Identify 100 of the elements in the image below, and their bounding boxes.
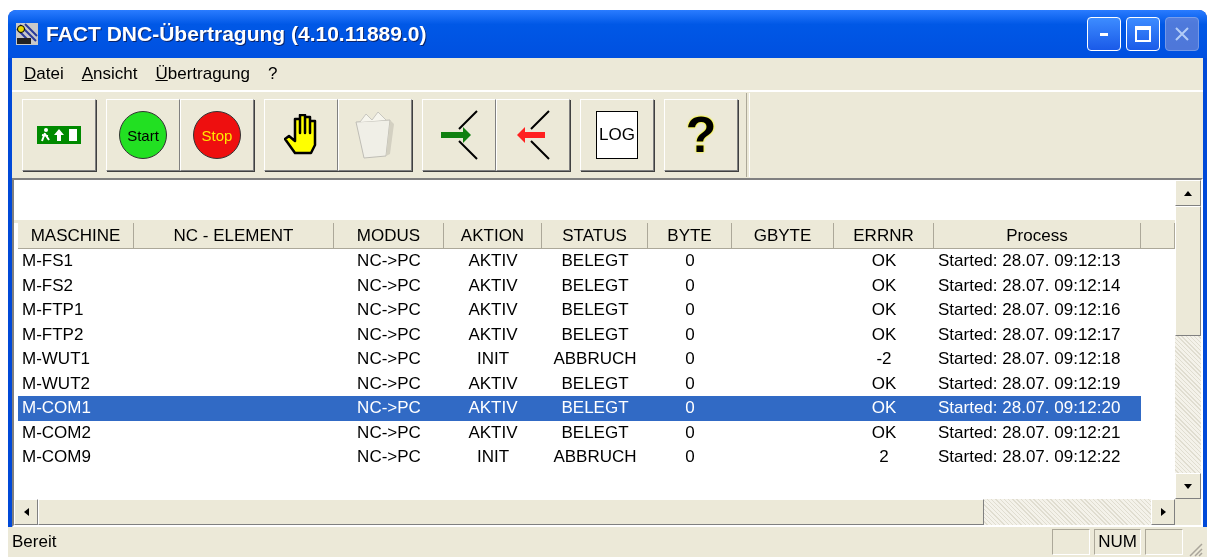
table-cell-text: OK	[870, 250, 898, 272]
menu-item[interactable]: ?	[268, 64, 278, 84]
table-cell-text: M-FTP1	[21, 299, 85, 321]
table-cell-text: ABBRUCH	[552, 348, 638, 370]
table-cell-text: BELEGT	[560, 323, 630, 346]
table-cell-text: M-FS2	[21, 274, 74, 297]
table-cell-text: -2	[875, 348, 893, 370]
table-cell-text: M-FTP2	[21, 323, 85, 346]
table-cell-text: M-WUT2	[21, 372, 91, 395]
column-header[interactable]: ERRNR	[834, 223, 934, 249]
table-cell-text: 2	[878, 446, 890, 468]
arrow-out-icon	[516, 110, 550, 160]
window-title: FACT DNC-Übertragung (4.10.11889.0)	[46, 22, 427, 46]
column-header[interactable]: Process	[934, 223, 1141, 249]
table-row[interactable]: M-FTP1 NC->PC AKTIV BELEGT 0 OK Started: 28.07. 09:12:16	[18, 298, 1141, 323]
table-cell-text: M-COM2	[21, 421, 92, 444]
down-arrow-icon	[1184, 483, 1192, 489]
table-cell-text: NC->PC	[356, 323, 422, 346]
table-cell-text: NC->PC	[356, 274, 422, 297]
table-row[interactable]: M-WUT1 NC->PC INIT ABBRUCH 0 -2 Started: 28.07. 09:12:18	[18, 347, 1141, 372]
table-cell-text: OK	[870, 299, 898, 321]
table-cell-text: NC->PC	[356, 299, 422, 321]
maximize-icon	[1135, 26, 1151, 42]
table-row[interactable]: M-FS2 NC->PC AKTIV BELEGT 0 OK Started: 28.07. 09:12:14	[18, 273, 1141, 298]
table-cell-text: AKTIV	[467, 299, 519, 321]
table-cell-text: 0	[684, 274, 696, 297]
start-button[interactable]: Start	[106, 99, 180, 171]
table-cell-text: AKTIV	[467, 372, 519, 395]
menu-item[interactable]: Ansicht	[81, 64, 138, 84]
column-header[interactable]: AKTION	[444, 223, 542, 249]
table-cell-text: 0	[684, 421, 696, 444]
table-cell-text: BELEGT	[560, 421, 630, 444]
table-cell-text: 0	[684, 299, 696, 321]
table-cell-text: 0	[684, 372, 696, 395]
table-cell-text: 0	[684, 348, 696, 370]
table-cell-text: NC->PC	[356, 348, 422, 370]
menu-item[interactable]: Datei	[24, 64, 64, 84]
table-cell-text: INIT	[475, 446, 511, 468]
left-arrow-icon	[23, 508, 29, 516]
table-cell-text: 0	[684, 323, 696, 346]
table-cell-text: Started: 28.07. 09:12:18	[937, 348, 1122, 370]
table-row[interactable]: M-FS1 NC->PC AKTIV BELEGT 0 OK Started: 28.07. 09:12:13	[18, 249, 1141, 274]
minimize-button[interactable]	[1087, 17, 1121, 51]
maximize-button[interactable]	[1126, 17, 1160, 51]
log-button[interactable]: LOG	[580, 99, 654, 171]
status-message: Bereit	[12, 532, 58, 552]
table-cell-text: M-WUT1	[21, 348, 91, 370]
table-cell-text: M-FS1	[21, 250, 74, 272]
hand-button[interactable]	[264, 99, 338, 171]
table-cell-text: Started: 28.07. 09:12:22	[937, 446, 1122, 468]
table-cell-text: 0	[684, 446, 696, 468]
send-button[interactable]	[496, 99, 570, 171]
table-cell-text: BELEGT	[560, 397, 630, 419]
resize-grip-icon[interactable]	[1187, 541, 1203, 557]
hand-icon	[284, 114, 318, 156]
scroll-thumb[interactable]	[38, 499, 985, 525]
help-button[interactable]: ?	[664, 99, 738, 171]
table-row[interactable]: M-FTP2 NC->PC AKTIV BELEGT 0 OK Started: 28.07. 09:12:17	[18, 322, 1141, 347]
table-cell-text: OK	[870, 421, 898, 444]
table-cell-text: AKTIV	[467, 250, 519, 272]
table-row[interactable]: M-WUT2 NC->PC AKTIV BELEGT 0 OK Started: 28.07. 09:12:19	[18, 371, 1141, 396]
scroll-down-button[interactable]	[1175, 473, 1201, 499]
table-cell-text: INIT	[475, 348, 511, 370]
status-indicator: NUM	[1094, 529, 1141, 555]
column-header[interactable]: MODUS	[334, 223, 444, 249]
status-panel	[1052, 529, 1091, 555]
table-row[interactable]: M-COM2 NC->PC AKTIV BELEGT 0 OK Started: 28.07. 09:12:21	[18, 420, 1141, 445]
receive-button[interactable]	[422, 99, 496, 171]
table-row[interactable]: M-COM1 NC->PC AKTIV BELEGT 0 OK Started: 28.07. 09:12:20	[18, 396, 1141, 421]
table-cell-text: OK	[870, 323, 898, 346]
scroll-left-button[interactable]	[14, 499, 38, 525]
exit-button[interactable]	[22, 99, 96, 171]
table-cell-text: NC->PC	[356, 397, 422, 419]
column-header[interactable]: STATUS	[542, 223, 648, 249]
table-cell-text: BELEGT	[560, 250, 630, 272]
status-panel	[1145, 529, 1183, 555]
wastebasket-icon	[355, 111, 395, 159]
table-cell-text: AKTIV	[467, 397, 519, 419]
table-cell-text: OK	[870, 397, 898, 419]
table-cell-text: M-COM1	[21, 397, 92, 419]
scroll-up-button[interactable]	[1175, 180, 1201, 206]
table-row[interactable]: M-COM9 NC->PC INIT ABBRUCH 0 2 Started: 28.07. 09:12:22	[18, 445, 1141, 470]
table-cell-text: AKTIV	[467, 274, 519, 297]
scroll-thumb[interactable]	[1175, 206, 1201, 336]
exit-sign-icon	[37, 126, 81, 144]
column-header[interactable]: GBYTE	[732, 223, 834, 249]
table-cell-text: Started: 28.07. 09:12:21	[937, 421, 1122, 444]
close-icon	[1175, 27, 1189, 41]
up-arrow-icon	[1184, 190, 1192, 196]
column-header[interactable]: NC - ELEMENT	[134, 223, 334, 249]
column-header[interactable]: BYTE	[648, 223, 732, 249]
table-cell-text: BELEGT	[560, 372, 630, 395]
table-cell-text: Started: 28.07. 09:12:20	[937, 397, 1122, 419]
column-header[interactable]: MASCHINE	[18, 223, 134, 249]
menu-item[interactable]: Übertragung	[155, 64, 250, 84]
stop-button[interactable]: Stop	[180, 99, 254, 171]
table-cell-text: AKTIV	[467, 323, 519, 346]
table-cell-text: NC->PC	[356, 446, 422, 468]
scroll-right-button[interactable]	[1151, 499, 1175, 525]
arrow-in-icon	[440, 110, 478, 160]
